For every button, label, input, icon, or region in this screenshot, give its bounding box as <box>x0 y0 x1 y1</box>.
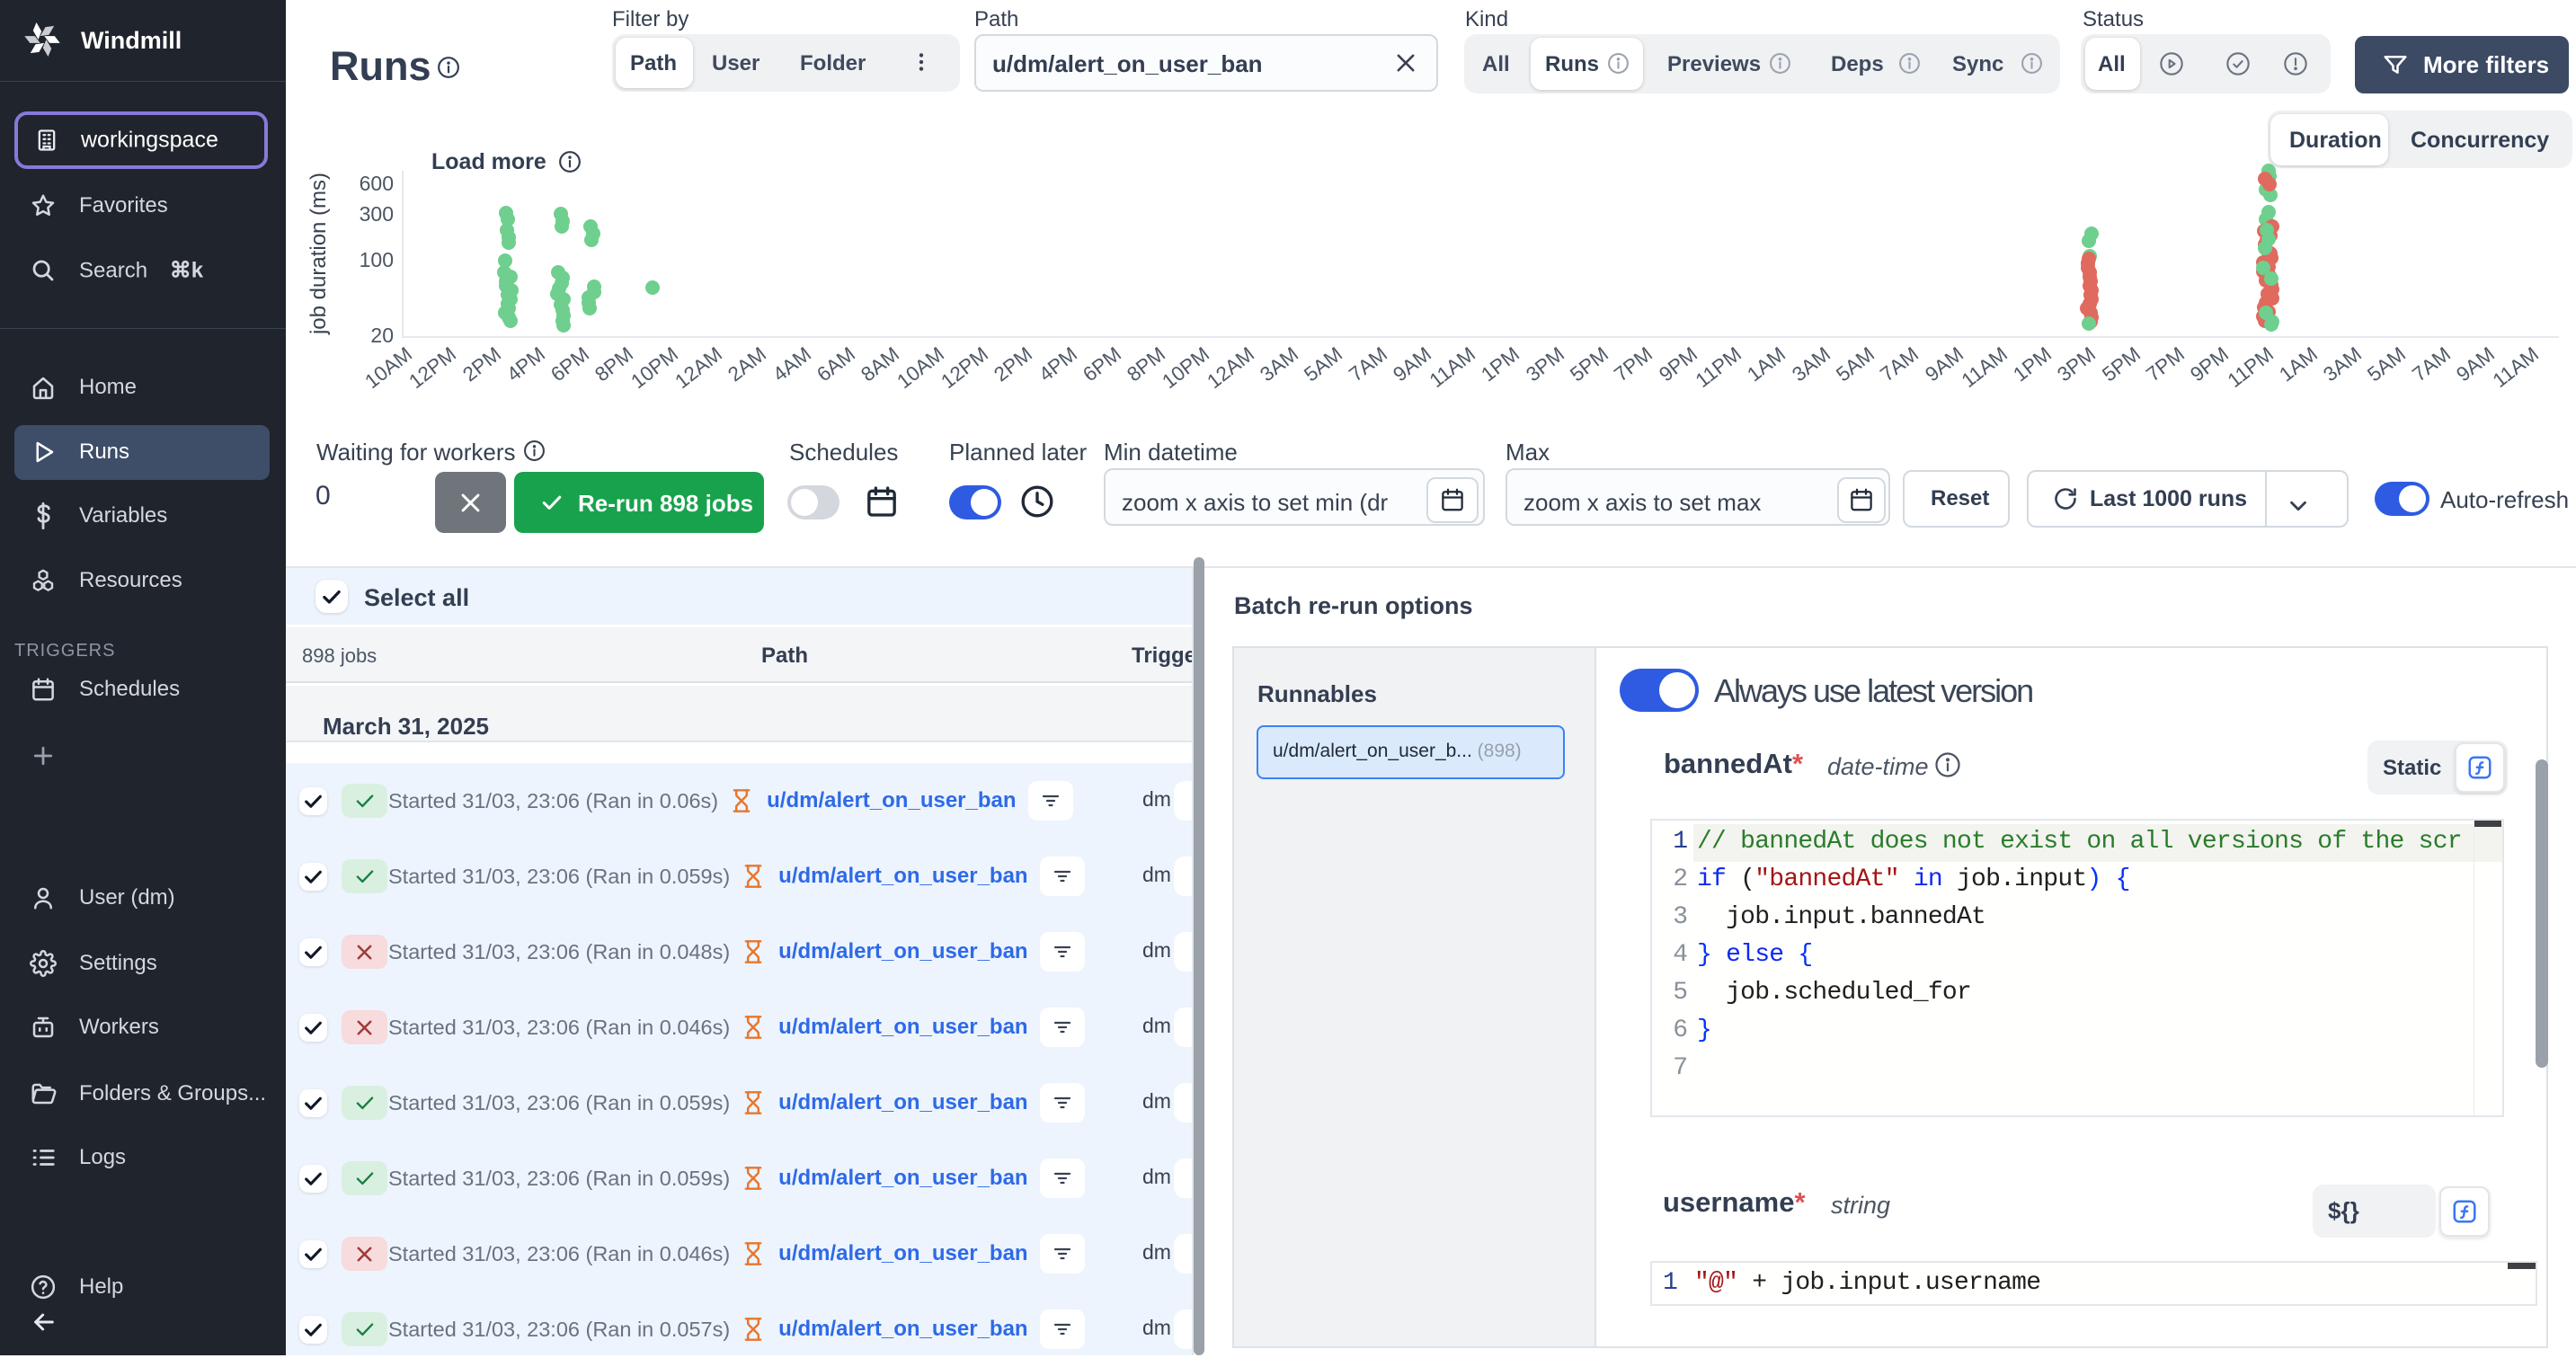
svg-text:9PM: 9PM <box>2186 342 2233 386</box>
svg-text:1PM: 1PM <box>2009 342 2056 386</box>
svg-text:2PM: 2PM <box>458 342 505 386</box>
svg-text:5PM: 5PM <box>1566 342 1612 386</box>
svg-text:6PM: 6PM <box>1079 342 1125 386</box>
svg-text:11AM: 11AM <box>1958 342 2012 392</box>
svg-text:12PM: 12PM <box>404 342 460 393</box>
svg-text:3AM: 3AM <box>1256 342 1302 386</box>
svg-text:5PM: 5PM <box>2098 342 2145 386</box>
svg-text:4AM: 4AM <box>768 342 815 386</box>
svg-text:7AM: 7AM <box>2408 342 2455 386</box>
svg-text:7PM: 7PM <box>2142 342 2189 386</box>
svg-text:3AM: 3AM <box>2319 342 2366 386</box>
svg-text:10PM: 10PM <box>626 342 682 393</box>
svg-text:11PM: 11PM <box>2224 342 2278 392</box>
svg-text:5AM: 5AM <box>2363 342 2410 386</box>
svg-text:6PM: 6PM <box>546 342 593 386</box>
svg-text:11PM: 11PM <box>1692 342 1745 392</box>
svg-text:4PM: 4PM <box>502 342 549 386</box>
svg-text:300: 300 <box>360 202 394 226</box>
svg-text:1AM: 1AM <box>2275 342 2322 386</box>
svg-text:600: 600 <box>360 172 394 195</box>
svg-text:1AM: 1AM <box>1743 342 1790 386</box>
svg-text:7PM: 7PM <box>1610 342 1657 386</box>
svg-text:11AM: 11AM <box>2489 342 2543 392</box>
svg-text:5AM: 5AM <box>1832 342 1879 386</box>
svg-text:12PM: 12PM <box>937 342 992 393</box>
svg-text:100: 100 <box>360 248 394 271</box>
svg-text:12AM: 12AM <box>1203 342 1258 393</box>
svg-text:10AM: 10AM <box>360 342 416 393</box>
svg-text:12AM: 12AM <box>671 342 726 393</box>
svg-text:job duration (ms): job duration (ms) <box>306 173 331 335</box>
svg-text:5AM: 5AM <box>1300 342 1346 386</box>
svg-text:20: 20 <box>370 324 394 347</box>
svg-text:3PM: 3PM <box>1522 342 1568 386</box>
svg-text:3AM: 3AM <box>1788 342 1834 386</box>
svg-text:6AM: 6AM <box>813 342 859 386</box>
svg-text:2PM: 2PM <box>990 342 1036 386</box>
svg-text:1PM: 1PM <box>1477 342 1523 386</box>
svg-text:11AM: 11AM <box>1426 342 1479 392</box>
svg-text:4PM: 4PM <box>1035 342 1081 386</box>
svg-text:10PM: 10PM <box>1158 342 1213 393</box>
svg-text:2AM: 2AM <box>724 342 770 386</box>
svg-text:10AM: 10AM <box>893 342 948 393</box>
svg-text:7AM: 7AM <box>1876 342 1923 386</box>
svg-text:7AM: 7AM <box>1345 342 1391 386</box>
svg-text:3PM: 3PM <box>2053 342 2100 386</box>
